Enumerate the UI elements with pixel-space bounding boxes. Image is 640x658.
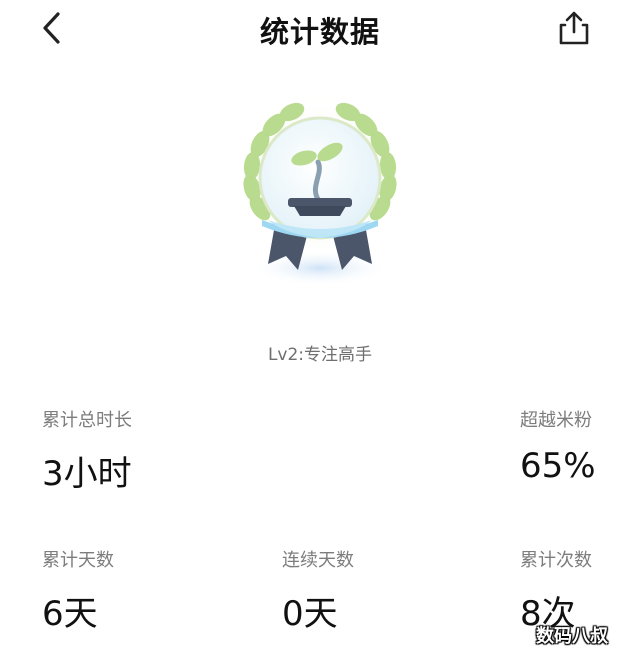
watermark-text: 数码八叔: [536, 626, 608, 647]
stat-total-sessions-label: 累计次数: [520, 550, 592, 571]
stat-surpass-users-value: 65%: [520, 446, 596, 486]
stat-total-days-label: 累计天数: [42, 550, 114, 571]
page-title: 统计数据: [259, 15, 380, 49]
share-button[interactable]: [552, 6, 596, 50]
stat-streak-days-value: 0天: [282, 594, 338, 634]
stat-total-duration-label: 累计总时长: [42, 410, 132, 431]
level-label: Lv2:专注高手: [267, 345, 373, 365]
focus-level-badge: [228, 88, 412, 292]
share-icon: [559, 11, 589, 45]
stat-total-duration-value: 3小时: [42, 454, 132, 494]
top-bar: 统计数据: [0, 0, 640, 56]
sprout-pot-badge-icon: [230, 88, 410, 286]
stat-streak-days-label: 连续天数: [282, 550, 354, 571]
stat-surpass-users-label: 超越米粉: [520, 410, 592, 431]
stat-total-days-value: 6天: [42, 594, 98, 634]
